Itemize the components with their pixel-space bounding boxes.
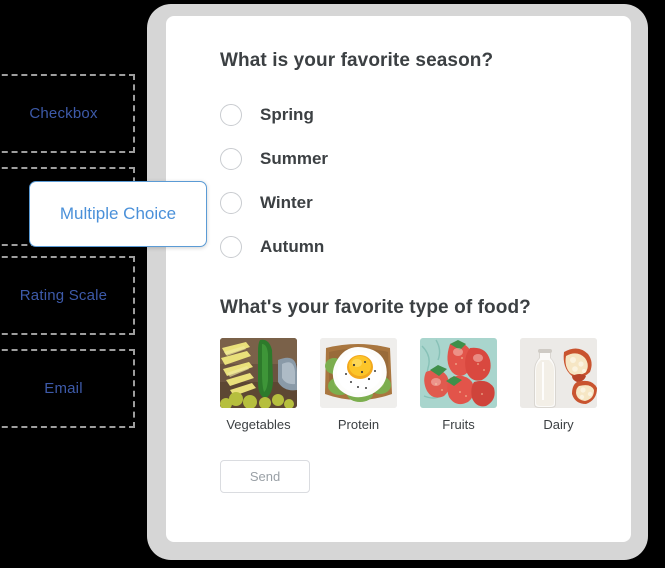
radio-option-label: Summer: [260, 149, 329, 168]
image-choice-label: Vegetables: [226, 417, 291, 432]
image-choice-label: Fruits: [442, 417, 475, 432]
radio-option-label: Autumn: [260, 237, 325, 256]
radio-option-spring[interactable]: Spring: [220, 99, 620, 131]
vegetables-photo[interactable]: [220, 338, 297, 408]
question-title-food: What's your favorite type of food?: [220, 297, 531, 318]
sidebar-item-label: Rating Scale: [19, 287, 108, 304]
image-choice-protein[interactable]: Protein: [320, 338, 420, 432]
radio-circle-icon[interactable]: [220, 104, 242, 126]
send-button-label: Send: [249, 469, 281, 484]
radio-option-label: Winter: [260, 193, 313, 212]
image-choice-label: Dairy: [543, 417, 574, 432]
radio-group-season: Spring Summer Winter Autumn: [220, 99, 620, 263]
sidebar-item-rating-scale[interactable]: Rating Scale: [0, 256, 135, 335]
strawberries-photo[interactable]: [420, 338, 497, 408]
sidebar-item-label: Email: [44, 380, 83, 397]
fried-egg-toast-photo[interactable]: [320, 338, 397, 408]
milk-bottle-bread-photo[interactable]: [520, 338, 597, 408]
form-preview-screen: What is your favorite season? Spring Sum…: [166, 16, 631, 542]
field-type-sidebar: Checkbox Rating Scale Email: [0, 0, 140, 568]
radio-option-winter[interactable]: Winter: [220, 187, 620, 219]
image-choice-dairy[interactable]: Dairy: [520, 338, 620, 432]
sidebar-item-label: Multiple Choice: [59, 204, 177, 223]
screenshot-root: Checkbox Rating Scale Email Multiple Cho…: [0, 0, 665, 568]
send-button[interactable]: Send: [220, 460, 310, 493]
radio-option-autumn[interactable]: Autumn: [220, 231, 620, 263]
radio-circle-icon[interactable]: [220, 192, 242, 214]
sidebar-item-checkbox[interactable]: Checkbox: [0, 74, 135, 153]
image-choice-fruits[interactable]: Fruits: [420, 338, 520, 432]
image-choice-vegetables[interactable]: Vegetables: [220, 338, 320, 432]
question-title-season: What is your favorite season?: [220, 50, 494, 71]
sidebar-item-multiple-choice-selected[interactable]: Multiple Choice: [29, 181, 207, 247]
radio-option-summer[interactable]: Summer: [220, 143, 620, 175]
radio-option-label: Spring: [260, 105, 314, 124]
sidebar-item-label: Checkbox: [29, 105, 98, 122]
form-body: What is your favorite season? Spring Sum…: [220, 50, 620, 493]
image-choice-label: Protein: [337, 417, 380, 432]
sidebar-item-email[interactable]: Email: [0, 349, 135, 428]
radio-circle-icon[interactable]: [220, 236, 242, 258]
radio-circle-icon[interactable]: [220, 148, 242, 170]
image-choice-group-food: Vegetables Protein Fruits Dairy: [220, 338, 620, 432]
